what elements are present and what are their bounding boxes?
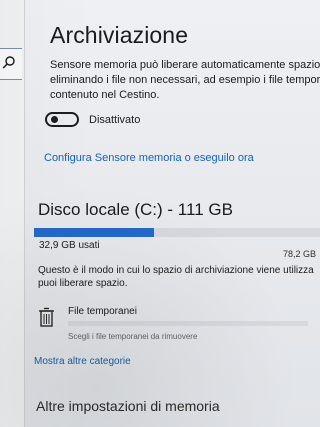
storage-content: Archiviazione Sensore memoria può libera… bbox=[34, 0, 320, 427]
description-line: contenuto nel Cestino. bbox=[50, 89, 160, 101]
disk-usage-fill bbox=[34, 228, 155, 237]
temporary-files-progress bbox=[68, 321, 308, 326]
storage-description-line: puoi liberare spazio. bbox=[38, 278, 128, 289]
disk-usage-bar bbox=[34, 228, 320, 237]
storage-settings-screen: Archiviazione Sensore memoria può libera… bbox=[0, 0, 320, 427]
search-box[interactable] bbox=[0, 48, 22, 80]
description-line: Sensore memoria può liberare automaticam… bbox=[50, 59, 320, 71]
more-memory-settings-title: Altre impostazioni di memoria bbox=[36, 398, 220, 414]
page-title: Archiviazione bbox=[50, 22, 189, 48]
trash-icon bbox=[39, 307, 54, 327]
storage-description-line: Questo è il modo in cui lo spazio di arc… bbox=[38, 265, 314, 276]
storage-usage-description: Questo è il modo in cui lo spazio di arc… bbox=[38, 264, 320, 290]
configure-storage-sense-link[interactable]: Configura Sensore memoria o eseguilo ora bbox=[44, 152, 254, 164]
toggle-knob bbox=[51, 116, 58, 123]
used-space-label: 32,9 GB usati bbox=[39, 240, 100, 251]
local-disk-title: Disco locale (C:) - 111 GB bbox=[38, 200, 233, 219]
description-line: eliminando i file non necessari, ad esem… bbox=[50, 74, 320, 86]
temporary-files-item[interactable]: File temporanei Scegli i file temporanei… bbox=[38, 305, 316, 347]
storage-sense-description: Sensore memoria può liberare automaticam… bbox=[50, 58, 320, 103]
show-more-categories-link[interactable]: Mostra altre categorie bbox=[34, 356, 131, 367]
temporary-files-title: File temporanei bbox=[68, 306, 137, 317]
toggle-state-label: Disattivato bbox=[89, 114, 141, 126]
temporary-files-subtitle: Scegli i file temporanei da rimuovere bbox=[68, 332, 198, 341]
storage-sense-toggle[interactable] bbox=[45, 112, 79, 127]
search-icon bbox=[2, 56, 15, 69]
total-space-label: 78,2 GB bbox=[282, 249, 316, 259]
